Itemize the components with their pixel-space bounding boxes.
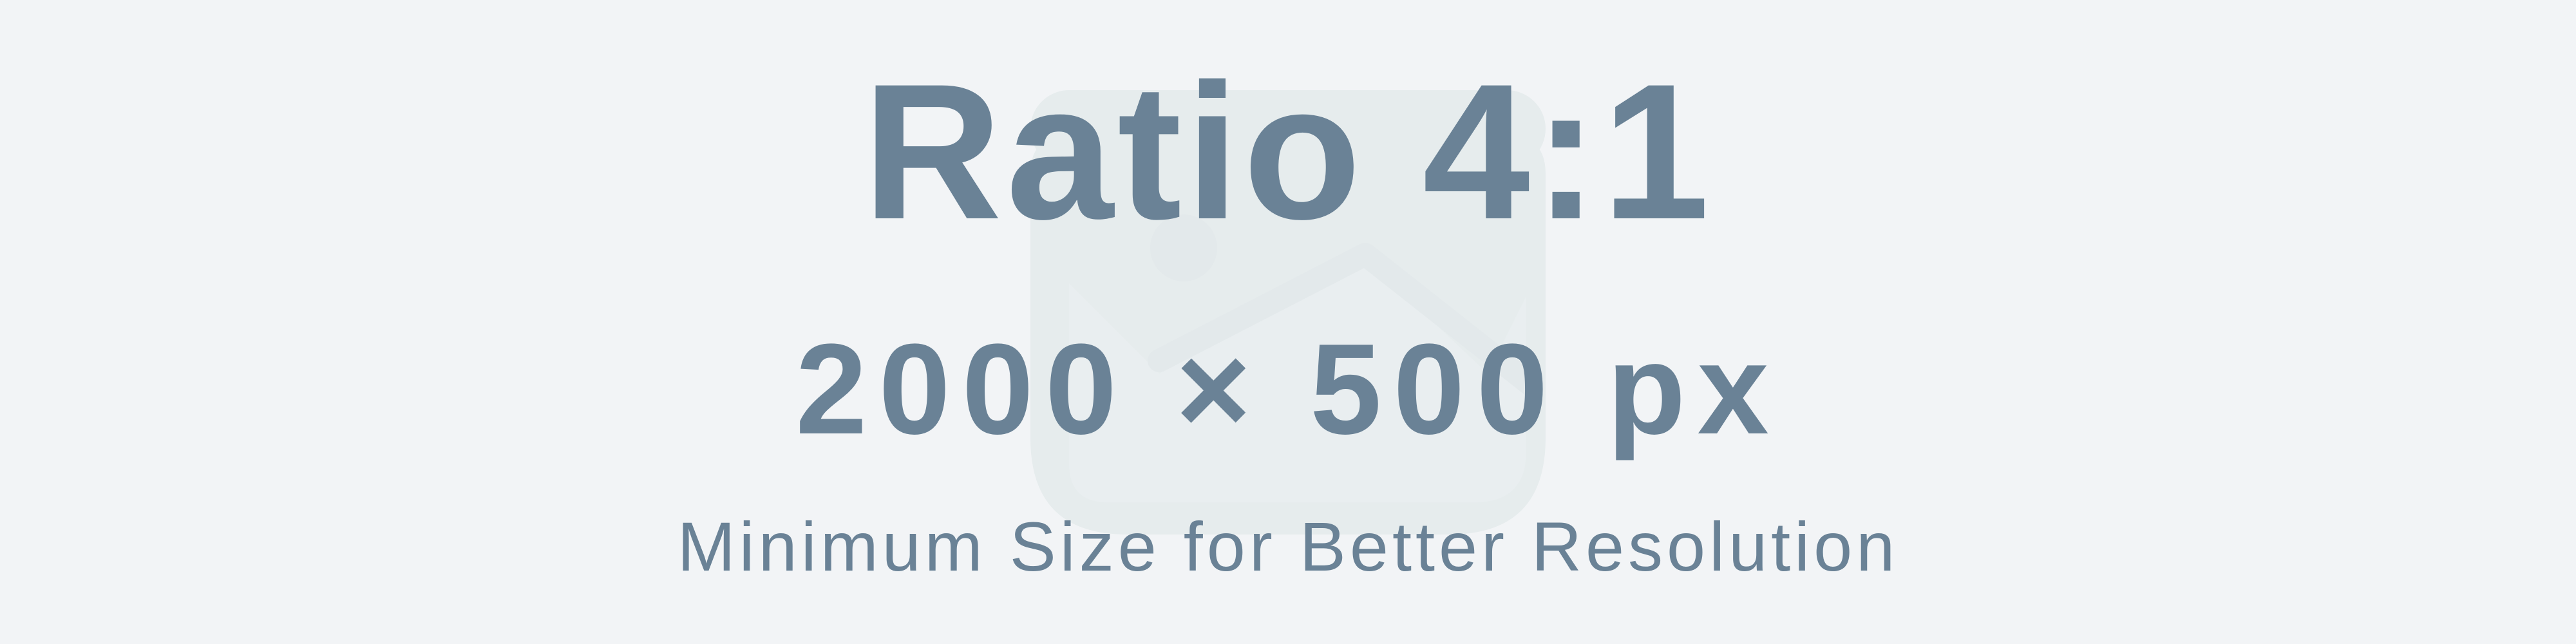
dimensions-label: 2000 × 500 px <box>795 317 1781 461</box>
placeholder-canvas: Ratio 4:1 2000 × 500 px Minimum Size for… <box>0 0 2576 644</box>
subtitle-label: Minimum Size for Better Resolution <box>677 507 1899 585</box>
ratio-title: Ratio 4:1 <box>862 43 1714 260</box>
